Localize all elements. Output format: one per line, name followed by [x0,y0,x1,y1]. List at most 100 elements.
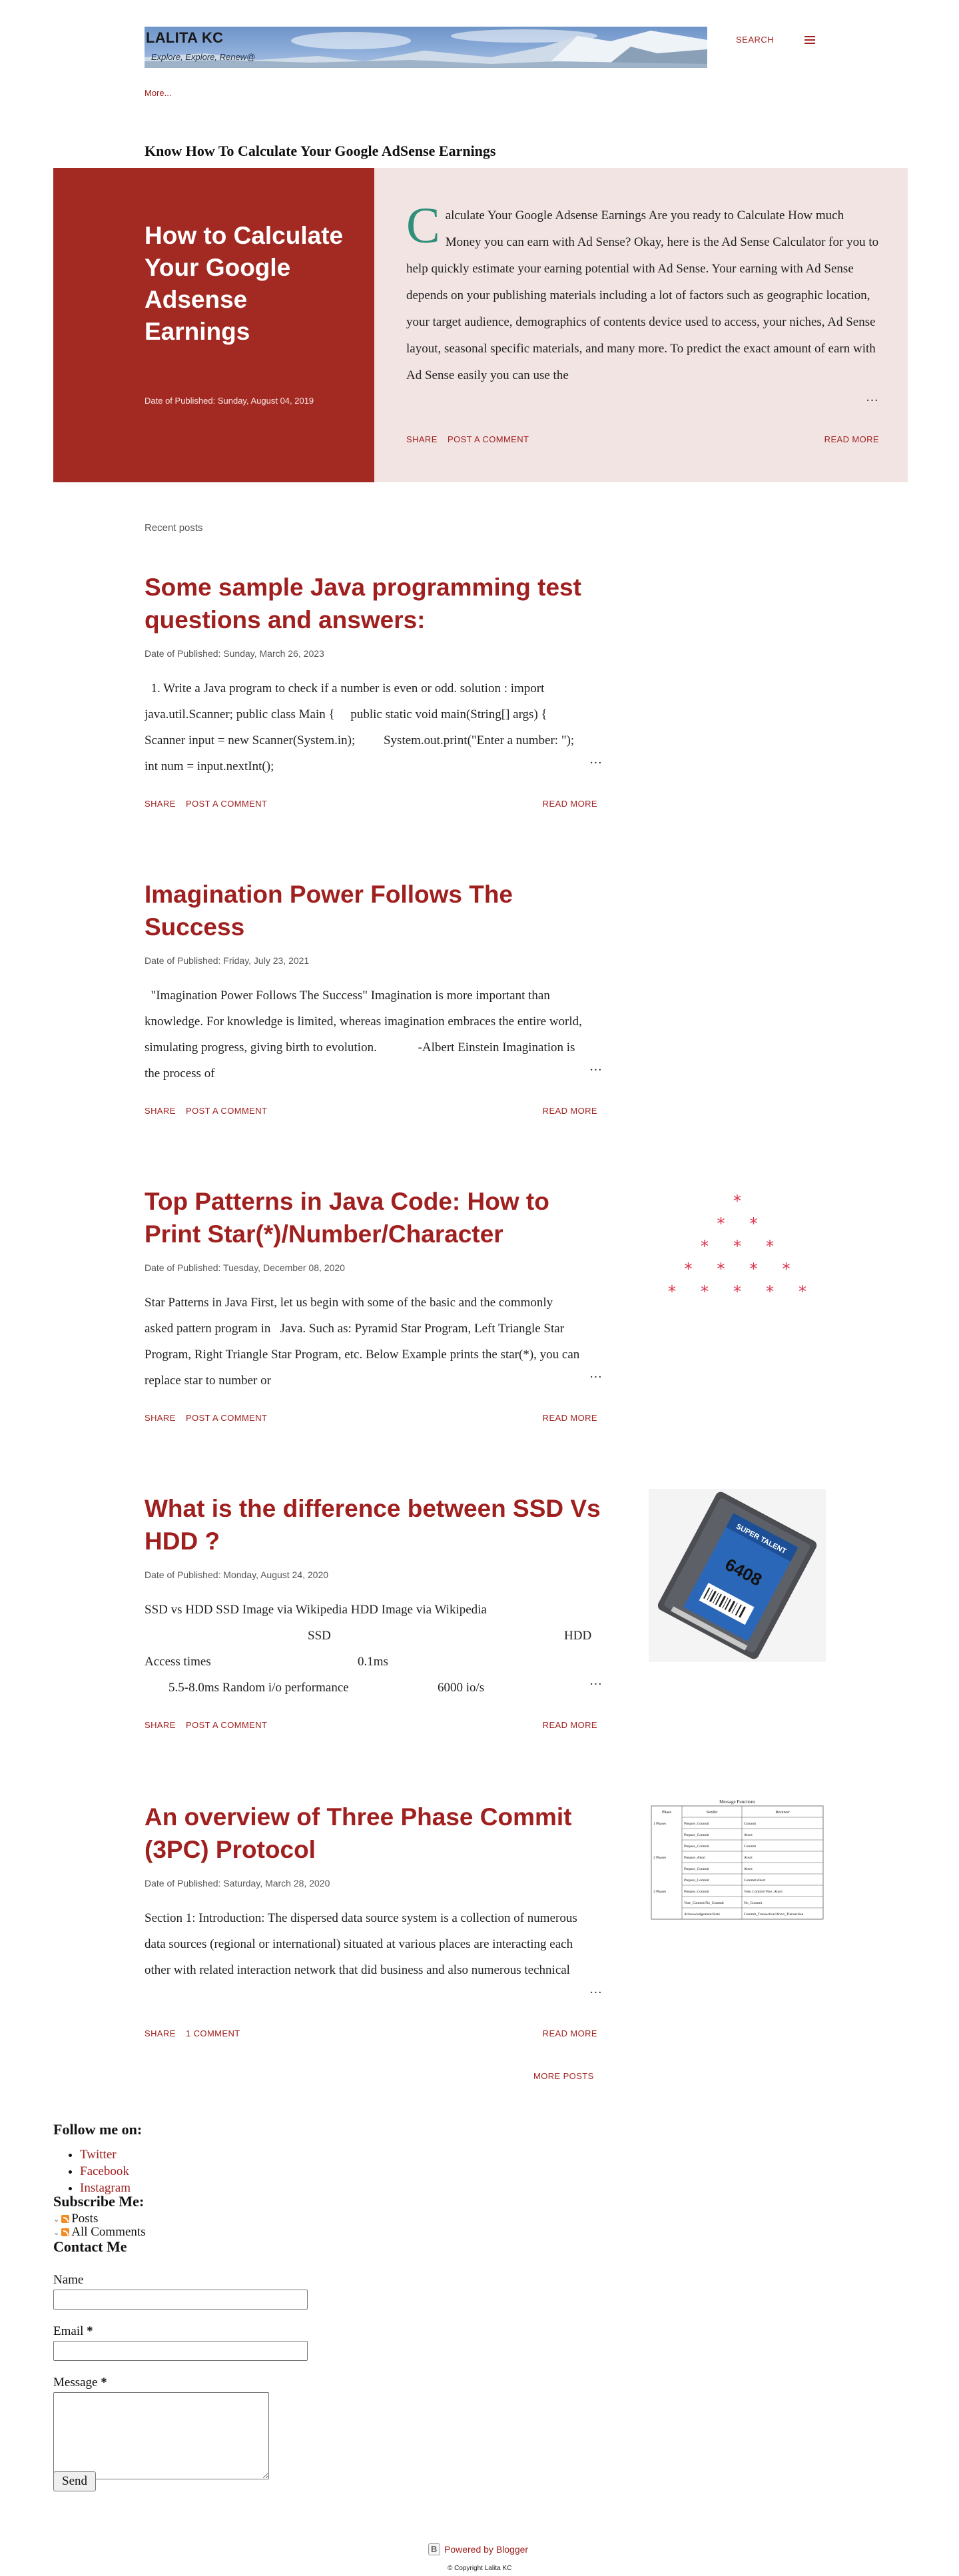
snippet-access-label: Access times [145,1655,211,1669]
post-title[interactable]: Some sample Java programming test questi… [145,571,611,636]
table-cell: Vote_Commit/Vote_Abort [744,1890,783,1894]
message-field[interactable] [53,2392,269,2479]
share-button[interactable]: SHARE [145,2028,176,2038]
pattern-star: * [783,1260,791,1278]
contact-section-title: Contact Me [53,2238,127,2255]
read-more-link[interactable]: READ MORE [543,2028,597,2038]
post-date: Date of Published: Monday, August 24, 20… [145,1569,329,1580]
powered-by-label[interactable]: Powered by Blogger [444,2544,528,2555]
table-cell: Abort [744,1833,753,1837]
post-date: Date of Published: Tuesday, December 08,… [145,1262,345,1273]
table-cell: Acknowledgement/State [684,1913,721,1917]
message-label-text: Message [53,2375,98,2389]
post-comment-link[interactable]: 1 COMMENT [186,2028,240,2038]
chevron-down-icon[interactable]: ⌄ [53,2215,59,2224]
feed-icon [61,2215,70,2223]
pattern-star: * [717,1214,725,1233]
post-ellipsis: … [589,1367,602,1381]
post-ellipsis: … [589,753,602,767]
send-button[interactable]: Send [53,2471,96,2491]
read-more-link[interactable]: READ MORE [543,1720,597,1730]
table-cell: Prepare_Commit [684,1879,709,1883]
header-banner-image[interactable]: LALITA KC Explore, Explore, Renew@ [145,27,707,68]
read-more-link[interactable]: READ MORE [543,1106,597,1116]
post-title[interactable]: An overview of Three Phase Commit (3PC) … [145,1801,611,1866]
pattern-star: * [766,1282,774,1301]
post-actions: SHARE POST A COMMENT READ MORE [145,799,597,812]
featured-post: How to Calculate Your Google Adsense Ear… [53,168,908,482]
subscribe-posts-row[interactable]: ⌄ Posts [53,2212,98,2226]
post-date: Date of Published: Friday, July 23, 2021 [145,955,310,966]
post-item: Some sample Java programming test questi… [145,571,826,809]
subscribe-posts-label: Posts [71,2212,99,2226]
pattern-star: * [750,1260,758,1278]
share-button[interactable]: SHARE [145,1720,176,1730]
table-cell: Prepare_Commit [684,1845,709,1849]
twitter-link[interactable]: Twitter [80,2148,117,2162]
pattern-star: * [717,1260,725,1278]
feed-icon [61,2228,70,2236]
subscribe-comments-label: All Comments [71,2225,146,2239]
read-more-link[interactable]: READ MORE [543,1413,597,1423]
recent-posts-label: Recent posts [145,522,203,534]
follow-section-title: Follow me on: [53,2121,143,2138]
pattern-star: * [766,1237,774,1256]
post-snippet: SSD vs HDD SSD Image via Wikipedia HDD I… [145,1597,597,1701]
3pc-table-thumbnail[interactable]: Message Functions Phase Sender Receiver 1 Ph… [649,1797,826,1920]
post-ellipsis: … [589,1060,602,1074]
ssd-thumbnail[interactable]: 6408 SUPER TALENT [649,1489,826,1662]
post-snippet: "Imagination Power Follows The Success" … [145,989,582,1080]
copyright-text: © Copyright Lalita KC [448,2565,512,2572]
post-actions: SHARE POST A COMMENT READ MORE [145,1720,597,1733]
featured-post-date: Date of Published: Sunday, August 04, 20… [145,396,314,406]
name-field[interactable] [53,2290,308,2310]
pattern-star: * [685,1260,693,1278]
share-button[interactable]: SHARE [145,1106,176,1116]
post-comment-link[interactable]: POST A COMMENT [448,434,529,444]
list-item: Twitter [80,2146,131,2163]
post-title[interactable]: What is the difference between SSD Vs HD… [145,1492,611,1557]
featured-post-title[interactable]: How to Calculate Your Google Adsense Ear… [145,220,344,348]
subscribe-comments-row[interactable]: ⌄ All Comments [53,2225,146,2240]
powered-by-blogger[interactable]: Powered by Blogger [428,2543,528,2555]
required-mark: * [101,2375,107,2389]
blog-title[interactable]: LALITA KC [146,29,223,47]
post-comment-link[interactable]: POST A COMMENT [186,1106,267,1116]
post-date: Date of Published: Saturday, March 28, 2… [145,1878,330,1889]
post-ellipsis: … [589,1982,602,1996]
snippet-col-ssd: SSD [308,1629,331,1643]
share-button[interactable]: SHARE [145,799,176,809]
post-title[interactable]: Imagination Power Follows The Success [145,878,611,943]
post-snippet: Star Patterns in Java First, let us begi… [145,1296,583,1388]
post-title[interactable]: Top Patterns in Java Code: How to Print … [145,1185,611,1250]
table-title: Message Functions [719,1799,755,1805]
featured-title-panel: How to Calculate Your Google Adsense Ear… [53,168,374,482]
pattern-star: * [701,1282,709,1301]
facebook-link[interactable]: Facebook [80,2164,129,2178]
star-pattern-thumbnail[interactable]: * * * * * * * * * * * * * * * [649,1185,826,1358]
post-comment-link[interactable]: POST A COMMENT [186,1413,267,1423]
email-field[interactable] [53,2341,308,2361]
post-comment-link[interactable]: POST A COMMENT [186,1720,267,1730]
pattern-star: * [668,1282,676,1301]
pattern-star: * [750,1214,758,1233]
featured-post-actions: SHARE POST A COMMENT READ MORE [406,434,879,448]
read-more-link[interactable]: READ MORE [824,434,879,444]
subscribe-section-title: Subscribe Me: [53,2193,145,2210]
chevron-down-icon[interactable]: ⌄ [53,2228,59,2237]
post-comment-link[interactable]: POST A COMMENT [186,799,267,809]
table-cell: Prepare_Commit [684,1890,709,1894]
share-button[interactable]: SHARE [406,434,438,444]
post-ellipsis: … [589,1674,602,1688]
search-button[interactable]: SEARCH [736,35,774,45]
share-button[interactable]: SHARE [145,1413,176,1423]
read-more-link[interactable]: READ MORE [543,799,597,809]
more-pages-link[interactable]: More... [145,88,171,98]
post-actions: SHARE 1 COMMENT READ MORE [145,2028,597,2042]
required-mark: * [87,2324,93,2338]
more-posts-link[interactable]: MORE POSTS [533,2071,594,2081]
hamburger-menu-icon[interactable] [802,32,818,48]
dropcap-letter: C [406,203,440,254]
table-header-cell: Sender [707,1811,718,1815]
table-cell: Prepare_Commit [684,1822,709,1826]
